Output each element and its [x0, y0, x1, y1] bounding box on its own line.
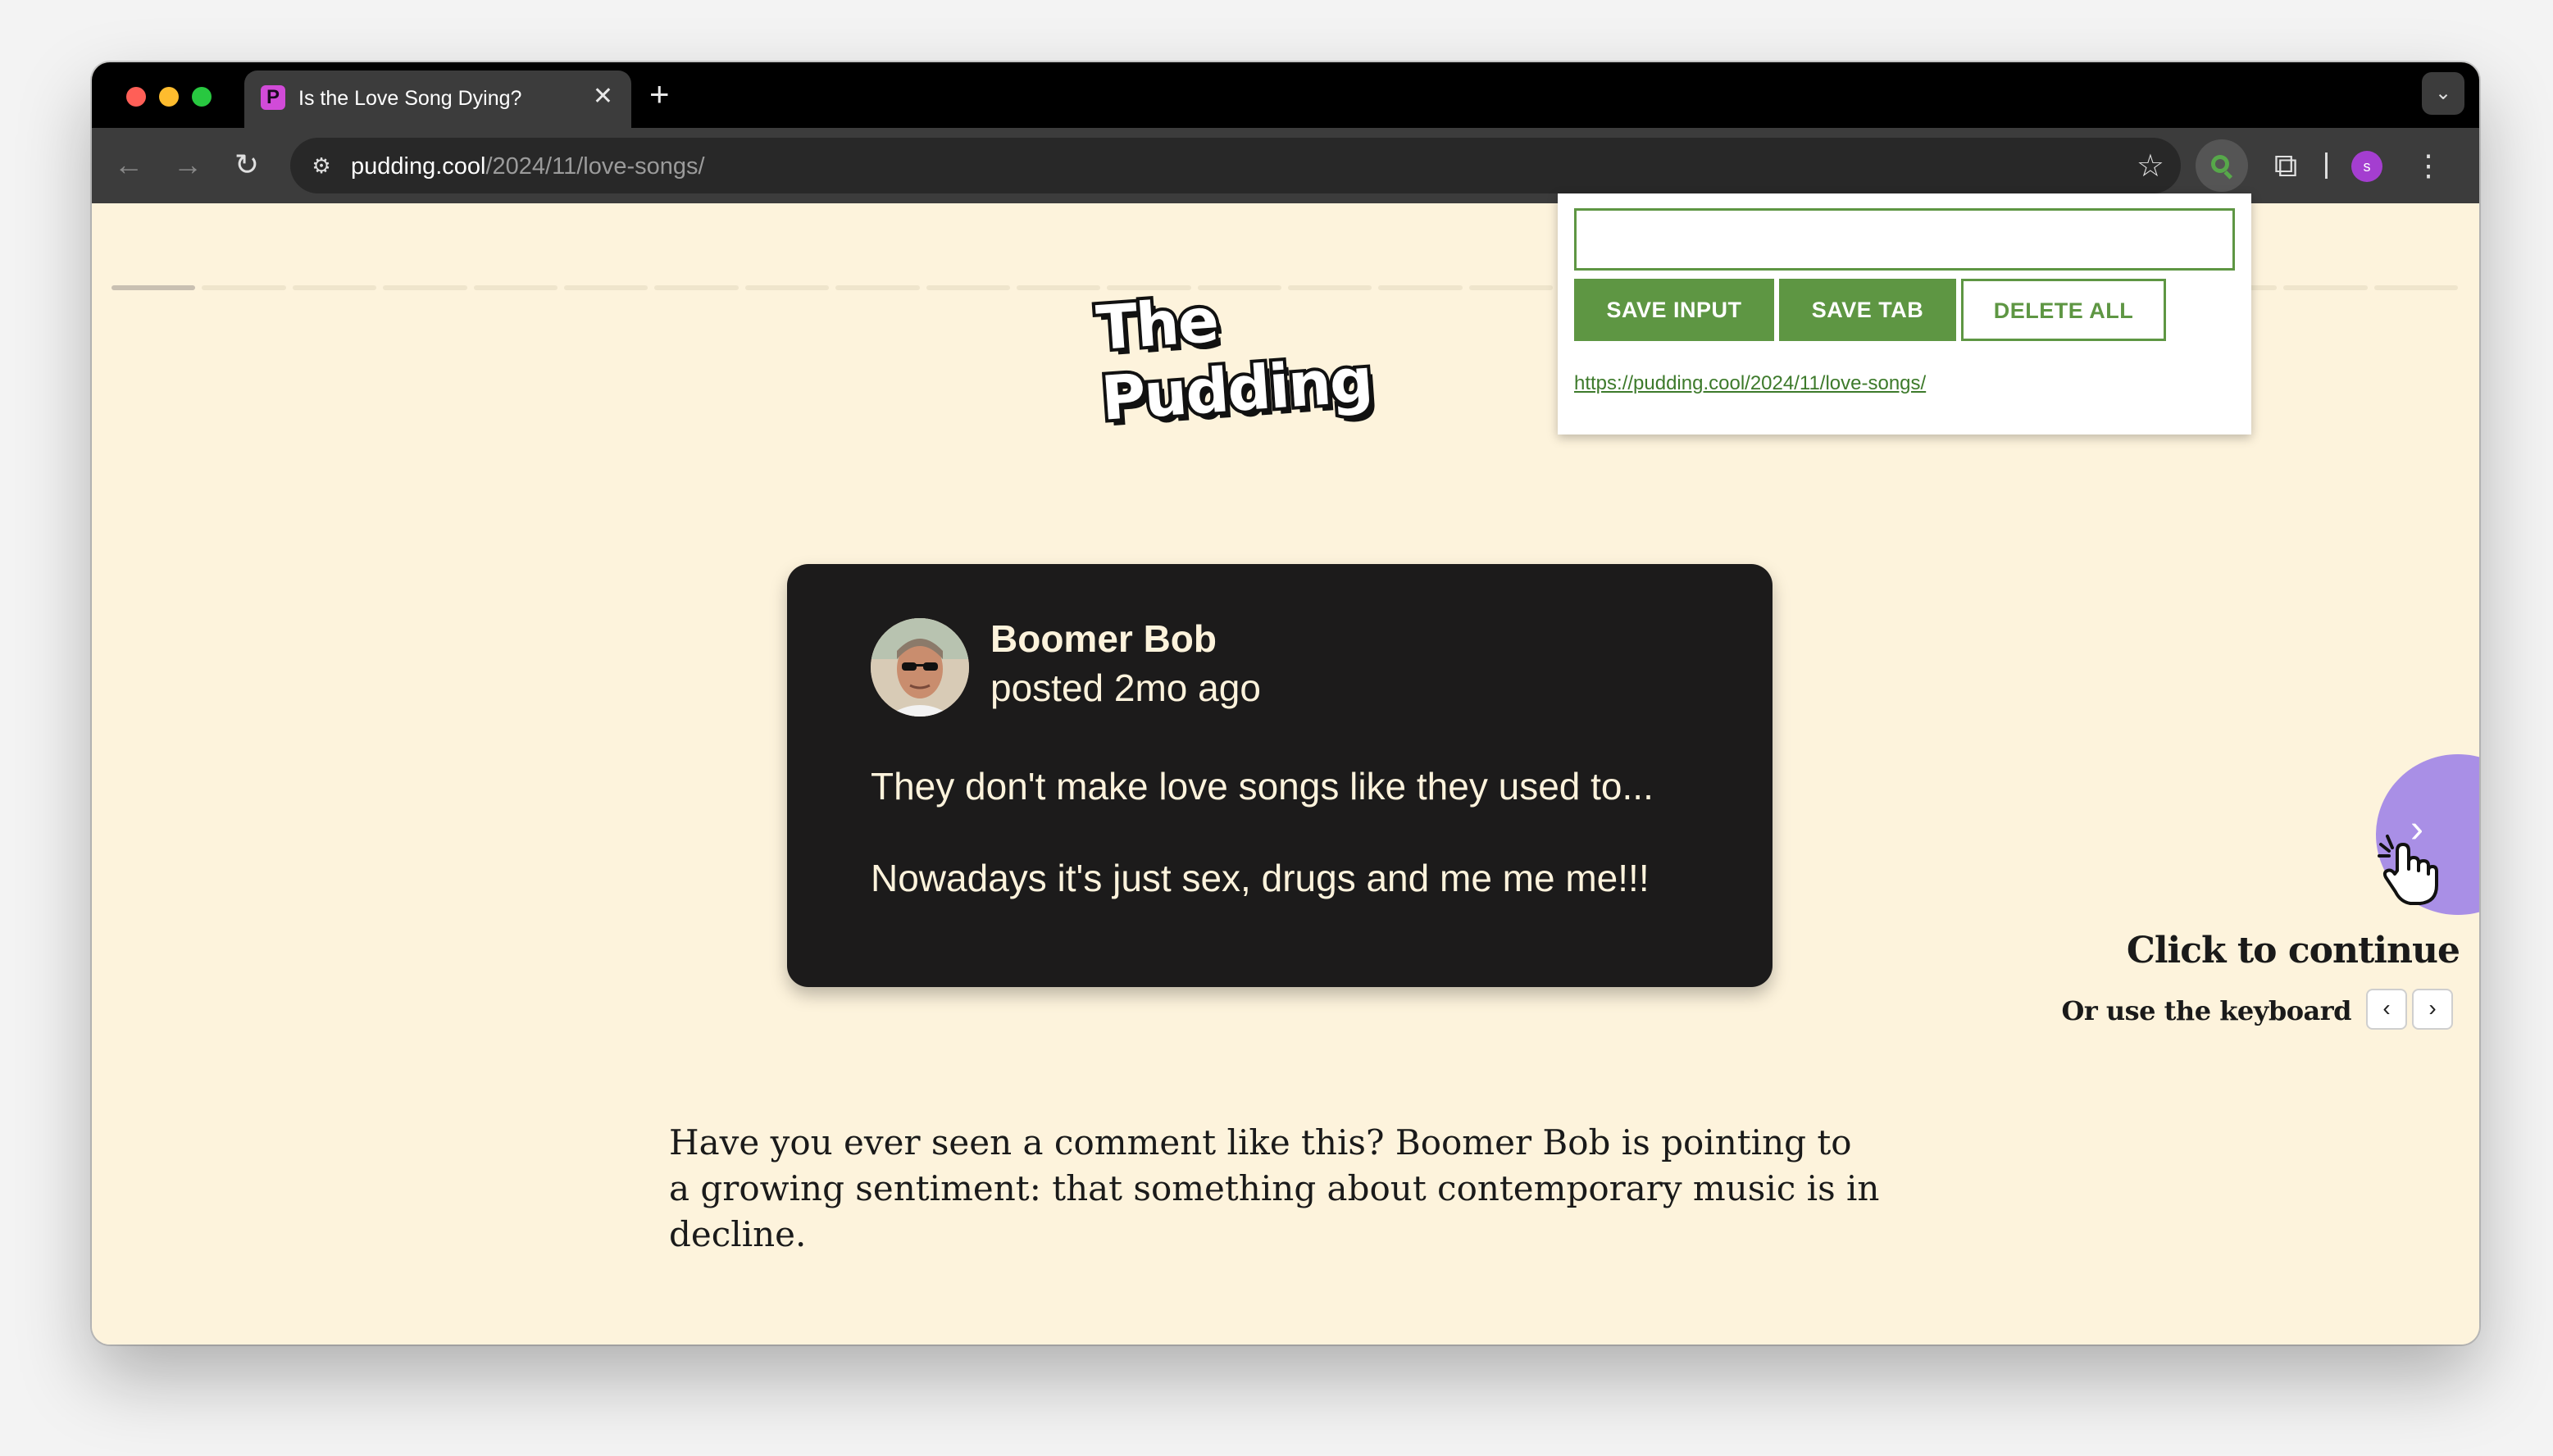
progress-segment: [835, 285, 920, 290]
maximize-window-button[interactable]: [192, 87, 212, 107]
next-key-button[interactable]: ›: [2412, 989, 2453, 1030]
pudding-favicon-icon: P: [261, 85, 285, 110]
save-tab-button[interactable]: SAVE TAB: [1779, 279, 1956, 341]
story-paragraph: Have you ever seen a comment like this? …: [669, 1122, 1880, 1254]
pudding-logo[interactable]: The Pudding: [1091, 282, 1476, 438]
minimize-window-button[interactable]: [159, 87, 179, 107]
address-bar[interactable]: ⚙ pudding.cool/2024/11/love-songs/ ☆: [290, 138, 2181, 193]
extensions-puzzle-icon[interactable]: ⧉: [2263, 143, 2309, 189]
bookmark-star-icon[interactable]: ☆: [2137, 148, 2164, 184]
logo-text: The Pudding: [1091, 282, 1377, 438]
keyboard-hint-label: Or use the keyboard: [2061, 995, 2351, 1026]
progress-segment: [926, 285, 1010, 290]
tab-close-icon[interactable]: ✕: [593, 82, 613, 111]
progress-segment: [473, 285, 557, 290]
lead-input-field[interactable]: [1574, 208, 2235, 271]
browser-toolbar: ← → ↻ ⚙ pudding.cool/2024/11/love-songs/…: [92, 128, 2479, 203]
tab-bar: P Is the Love Song Dying? ✕ + ⌄: [92, 62, 2479, 128]
progress-segment: [744, 285, 830, 290]
url-path: /2024/11/love-songs/: [485, 153, 705, 180]
tab-list-chevron-icon[interactable]: ⌄: [2422, 72, 2464, 115]
toolbar-divider: [2325, 152, 2328, 179]
forward-icon[interactable]: →: [167, 144, 208, 185]
profile-avatar[interactable]: s: [2351, 151, 2382, 182]
progress-segment: [654, 285, 739, 290]
browser-window: P Is the Love Song Dying? ✕ + ⌄ ← → ↻ ⚙ …: [92, 62, 2479, 1345]
extension-search-icon[interactable]: [2196, 139, 2248, 192]
author-avatar: [871, 618, 969, 717]
progress-segment: [1016, 285, 1101, 290]
comment-author: Boomer Bob: [990, 617, 1217, 660]
comment-timestamp: posted 2mo ago: [990, 667, 1261, 709]
progress-segment: [292, 285, 377, 290]
progress-segment: [2283, 285, 2368, 290]
delete-all-button[interactable]: DELETE ALL: [1961, 279, 2166, 341]
save-input-button[interactable]: SAVE INPUT: [1574, 279, 1774, 341]
previous-key-button[interactable]: ‹: [2366, 989, 2407, 1030]
hand-pointer-icon: [2376, 833, 2442, 911]
new-tab-button[interactable]: +: [649, 77, 670, 111]
progress-segment: [563, 285, 648, 290]
url-host: pudding.cool: [351, 153, 486, 180]
browser-tab[interactable]: P Is the Love Song Dying? ✕: [244, 71, 631, 128]
comment-line-2: Nowadays it's just sex, drugs and me me …: [871, 857, 1650, 899]
site-info-icon[interactable]: ⚙: [305, 149, 338, 182]
extension-popup: SAVE INPUT SAVE TAB DELETE ALL https://p…: [1558, 193, 2251, 435]
menu-kebab-icon[interactable]: ⋮: [2414, 146, 2443, 185]
progress-segment: [202, 285, 286, 290]
click-to-continue-label: Click to continue: [2126, 930, 2460, 971]
url-text[interactable]: pudding.cool/2024/11/love-songs/: [351, 153, 705, 180]
progress-segment: [383, 285, 467, 290]
reload-icon[interactable]: ↻: [226, 144, 267, 185]
progress-segment: [1468, 285, 1554, 290]
saved-lead-link[interactable]: https://pudding.cool/2024/11/love-songs/: [1574, 372, 1926, 395]
progress-segment: [111, 285, 196, 290]
comment-line-1: They don't make love songs like they use…: [871, 765, 1654, 808]
tab-title: Is the Love Song Dying?: [298, 87, 522, 110]
back-icon[interactable]: ←: [108, 144, 149, 185]
close-window-button[interactable]: [126, 87, 146, 107]
comment-card: Boomer Bob posted 2mo ago They don't mak…: [787, 564, 1773, 987]
progress-segment: [2373, 285, 2459, 290]
